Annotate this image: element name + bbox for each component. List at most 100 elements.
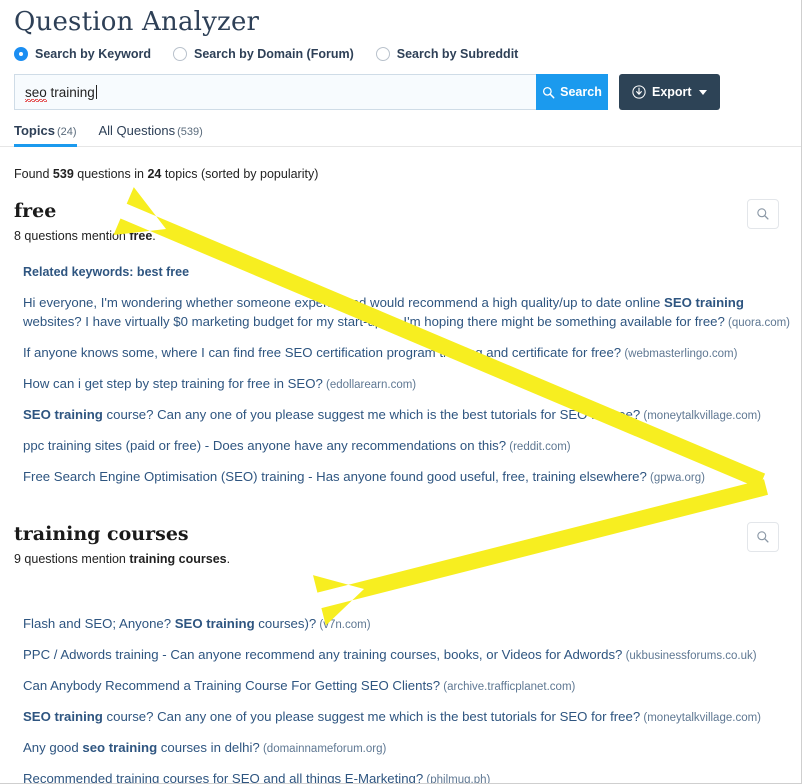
question-item[interactable]: SEO training course? Can any one of you … xyxy=(23,707,801,728)
question-text: courses)? xyxy=(254,616,317,631)
text-caret xyxy=(95,84,97,99)
question-source: (v7n.com) xyxy=(316,619,371,631)
radio-option-search-by-subreddit[interactable]: Search by Subreddit xyxy=(375,47,519,61)
search-bar: seo training Search Export xyxy=(0,61,801,110)
radio-dot-keyword[interactable] xyxy=(14,47,28,61)
tab-all-questions-count: (539) xyxy=(177,126,203,138)
topic-header: training courses 9 questions mention trai… xyxy=(14,522,801,566)
question-item[interactable]: Recommended training courses for SEO and… xyxy=(23,769,801,784)
export-button-label: Export xyxy=(652,85,692,99)
question-item[interactable]: Any good seo training courses in delhi? … xyxy=(23,738,801,759)
question-text: Recommended training courses for SEO and… xyxy=(23,771,424,784)
question-text: PPC / Adwords training - Can anyone reco… xyxy=(23,647,623,662)
question-source: (edollarearn.com) xyxy=(322,379,417,391)
topic-mention-count: 8 questions mention free. xyxy=(14,229,156,243)
search-input-misspelled-word: seo xyxy=(25,84,47,102)
results-tabs: Topics (24) All Questions (539) xyxy=(0,110,801,147)
question-item[interactable]: Free Search Engine Optimisation (SEO) tr… xyxy=(23,467,801,488)
chevron-down-icon xyxy=(698,89,707,95)
page-title: Question Analyzer xyxy=(14,7,260,37)
question-source: (gpwa.org) xyxy=(646,472,705,484)
question-text: course? Can any one of you please sugges… xyxy=(102,709,641,724)
question-source: (moneytalkvillage.com) xyxy=(640,712,761,724)
topic-header: free 8 questions mention free. xyxy=(14,199,801,243)
radio-dot-subreddit[interactable] xyxy=(375,47,390,61)
question-item[interactable]: SEO training course? Can any one of you … xyxy=(23,405,801,426)
results-summary: Found 539 questions in 24 topics (sorted… xyxy=(14,147,801,181)
search-icon xyxy=(543,86,555,98)
search-mode-radio-group: Search by Keyword Search by Domain (Foru… xyxy=(0,38,801,61)
question-item[interactable]: PPC / Adwords training - Can anyone reco… xyxy=(23,645,801,666)
question-text: Flash and SEO; Anyone? xyxy=(23,616,175,631)
found-suffix: topics (sorted by popularity) xyxy=(161,167,319,181)
found-topic-count: 24 xyxy=(147,167,162,181)
question-highlight: SEO training xyxy=(174,616,255,631)
topic-header-text: training courses 9 questions mention trai… xyxy=(14,522,230,566)
topic-block: training courses 9 questions mention trai… xyxy=(14,522,801,784)
tab-topics[interactable]: Topics (24) xyxy=(14,123,77,147)
question-source: (domainnameforum.org) xyxy=(259,743,387,755)
question-item[interactable]: Can Anybody Recommend a Training Course … xyxy=(23,676,801,697)
radio-option-search-by-keyword[interactable]: Search by Keyword xyxy=(14,47,151,61)
question-source: (reddit.com) xyxy=(506,441,571,453)
topic-mention-prefix: 8 questions mention xyxy=(14,229,130,243)
question-list: Hi everyone, I'm wondering whether someo… xyxy=(14,293,801,488)
tab-all-questions-label: All Questions xyxy=(98,123,176,138)
related-keywords: Related keywords: best free xyxy=(23,265,190,279)
results-area: Found 539 questions in 24 topics (sorted… xyxy=(0,147,801,784)
radio-option-search-by-domain[interactable]: Search by Domain (Forum) xyxy=(173,47,354,61)
search-icon xyxy=(757,531,769,543)
question-text: How can i get step by step training for … xyxy=(23,376,323,391)
found-prefix: Found xyxy=(14,167,53,181)
question-analyzer-page: Question Analyzer Search by Keyword Sear… xyxy=(0,0,802,784)
question-text: courses in delhi? xyxy=(157,740,260,755)
search-input[interactable]: seo training xyxy=(14,74,536,110)
topic-header-text: free 8 questions mention free. xyxy=(14,199,156,243)
radio-label-subreddit: Search by Subreddit xyxy=(396,47,519,61)
question-item[interactable]: Hi everyone, I'm wondering whether someo… xyxy=(23,293,801,333)
question-text: ppc training sites (paid or free) - Does… xyxy=(23,438,507,453)
topic-search-button[interactable] xyxy=(747,522,779,552)
search-icon xyxy=(757,208,769,220)
question-text: Can Anybody Recommend a Training Course … xyxy=(23,678,441,693)
topic-title: free xyxy=(14,200,57,222)
tab-topics-count: (24) xyxy=(56,126,77,138)
topic-mention-keyword: free xyxy=(129,229,153,243)
question-highlight: seo training xyxy=(82,740,158,755)
question-text: Free Search Engine Optimisation (SEO) tr… xyxy=(23,469,647,484)
question-item[interactable]: If anyone knows some, where I can find f… xyxy=(23,343,801,364)
search-button[interactable]: Search xyxy=(536,74,608,110)
search-input-value: seo training xyxy=(25,84,97,102)
question-text: Hi everyone, I'm wondering whether someo… xyxy=(23,295,665,310)
question-source: (philmug.ph) xyxy=(423,774,491,784)
question-source: (quora.com) xyxy=(724,317,791,329)
topic-mention-prefix: 9 questions mention xyxy=(14,552,130,566)
search-button-label: Search xyxy=(560,85,602,99)
question-item[interactable]: How can i get step by step training for … xyxy=(23,374,801,395)
question-source: (ukbusinessforums.co.uk) xyxy=(622,650,757,662)
radio-dot-domain[interactable] xyxy=(173,47,188,61)
tab-topics-label: Topics xyxy=(14,123,55,138)
question-source: (archive.trafficplanet.com) xyxy=(440,681,576,693)
question-source: (webmasterlingo.com) xyxy=(621,348,738,360)
question-text: Any good xyxy=(23,740,83,755)
question-list: Flash and SEO; Anyone? SEO training cour… xyxy=(14,614,801,784)
topic-title: training courses xyxy=(14,523,189,545)
question-text: course? Can any one of you please sugges… xyxy=(102,407,641,422)
question-text: If anyone knows some, where I can find f… xyxy=(23,345,622,360)
topic-mention-keyword: training courses xyxy=(129,552,227,566)
tab-all-questions[interactable]: All Questions (539) xyxy=(99,123,203,146)
found-question-count: 539 xyxy=(52,167,74,181)
topic-block: free 8 questions mention free. Related key… xyxy=(14,199,801,488)
export-button[interactable]: Export xyxy=(619,74,720,110)
topic-mention-suffix: . xyxy=(152,229,156,243)
topic-mention-count: 9 questions mention training courses. xyxy=(14,552,230,566)
topics-list: free 8 questions mention free. Related key… xyxy=(14,199,801,784)
topic-mention-suffix: . xyxy=(226,552,231,566)
question-item[interactable]: Flash and SEO; Anyone? SEO training cour… xyxy=(23,614,801,635)
question-highlight: SEO training xyxy=(23,407,103,422)
topic-search-button[interactable] xyxy=(747,199,779,229)
question-item[interactable]: ppc training sites (paid or free) - Does… xyxy=(23,436,801,457)
radio-label-keyword: Search by Keyword xyxy=(35,47,152,61)
question-text: websites? I have virtually $0 marketing … xyxy=(23,314,725,329)
